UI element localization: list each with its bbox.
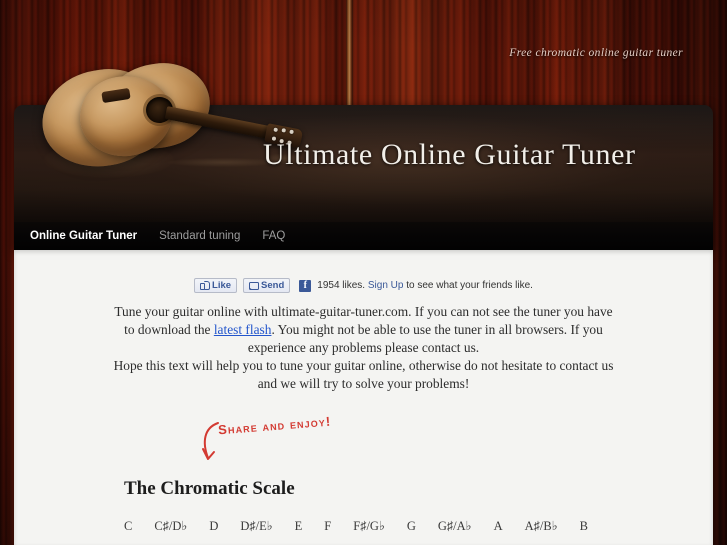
- send-button-label: Send: [261, 280, 285, 291]
- sign-up-link[interactable]: Sign Up: [368, 280, 404, 291]
- page-title: Ultimate Online Guitar Tuner: [263, 138, 636, 171]
- main-navigation: Online Guitar Tuner Standard tuning FAQ: [14, 222, 713, 250]
- facebook-like-button[interactable]: Like: [194, 278, 238, 293]
- thumbs-up-icon: [200, 281, 210, 290]
- content-area: Like Send f 1954 likes. Sign Up to see w…: [14, 250, 713, 545]
- nav-item-standard-tuning[interactable]: Standard tuning: [159, 230, 240, 242]
- nav-item-online-guitar-tuner[interactable]: Online Guitar Tuner: [30, 230, 137, 242]
- chromatic-scale-row: C C♯/D♭ D D♯/E♭ E F F♯/G♭ G G♯/A♭ A A♯/B…: [124, 518, 588, 534]
- guitar-bridge: [101, 87, 131, 104]
- wood-seam-decoration: [346, 0, 353, 112]
- note-item: D: [209, 519, 219, 533]
- nav-item-faq[interactable]: FAQ: [262, 230, 285, 242]
- note-item: F♯/G♭: [353, 519, 385, 533]
- note-item: A: [493, 519, 503, 533]
- note-item: C♯/D♭: [154, 519, 188, 533]
- facebook-send-button[interactable]: Send: [243, 278, 291, 293]
- chromatic-scale-heading: The Chromatic Scale: [124, 478, 295, 499]
- intro-paragraph: Tune your guitar online with ultimate-gu…: [114, 303, 614, 393]
- note-item: B: [579, 519, 588, 533]
- intro-text-after-link: . You might not be able to use the tuner…: [247, 322, 603, 355]
- note-item: G: [406, 519, 416, 533]
- intro-line-2: Hope this text will help you to tune you…: [113, 358, 614, 391]
- note-item: F: [324, 519, 332, 533]
- facebook-logo-icon: f: [299, 279, 312, 292]
- facebook-social-bar: Like Send f 1954 likes. Sign Up to see w…: [14, 278, 713, 293]
- note-item: C: [124, 519, 133, 533]
- like-button-label: Like: [212, 280, 232, 291]
- note-item: D♯/E♭: [240, 519, 273, 533]
- site-tagline: Free chromatic online guitar tuner: [509, 47, 683, 59]
- likes-count: 1954 likes.: [317, 280, 366, 291]
- note-item: G♯/A♭: [437, 519, 472, 533]
- note-item: A♯/B♭: [524, 519, 558, 533]
- facebook-likes-text: 1954 likes. Sign Up to see what your fri…: [317, 280, 533, 291]
- latest-flash-link[interactable]: latest flash: [214, 322, 272, 337]
- likes-tail-text: to see what your friends like.: [406, 280, 533, 291]
- note-item: E: [294, 519, 303, 533]
- message-bubble-icon: [249, 281, 260, 290]
- page-root: Free chromatic online guitar tuner Ultim…: [0, 0, 727, 545]
